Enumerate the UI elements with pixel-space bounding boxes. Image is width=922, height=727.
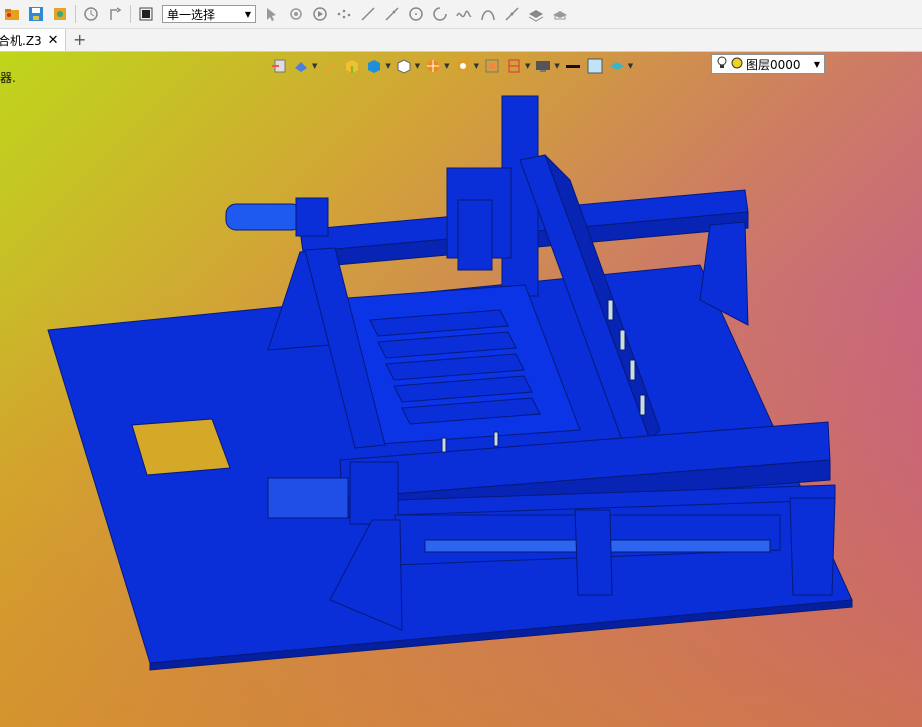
toolbar-separator bbox=[130, 5, 131, 23]
import-icon[interactable] bbox=[268, 56, 290, 76]
wire-cube-icon[interactable] bbox=[393, 56, 415, 76]
render-icon[interactable] bbox=[422, 56, 444, 76]
chevron-down-icon[interactable]: ▼ bbox=[814, 60, 820, 69]
chevron-down-icon[interactable]: ▼ bbox=[554, 62, 559, 70]
material-icon[interactable] bbox=[452, 56, 474, 76]
chevron-down-icon[interactable]: ▼ bbox=[525, 62, 530, 70]
chevron-down-icon[interactable]: ▼ bbox=[474, 62, 479, 70]
chevron-down-icon[interactable]: ▼ bbox=[415, 62, 420, 70]
arc-icon[interactable] bbox=[431, 5, 449, 23]
3d-viewport[interactable]: 器. ▼ ▼ ▼ ▼ ▼ ▼ ▼ ▼ 图层0000 ▼ bbox=[0, 52, 922, 727]
surface-icon[interactable] bbox=[606, 56, 628, 76]
redo-icon[interactable] bbox=[106, 5, 124, 23]
document-tabbar: 合机.Z3 ✕ + bbox=[0, 29, 922, 52]
status-text: 器. bbox=[0, 71, 16, 85]
main-toolbar: 单一选择 ▼ bbox=[0, 0, 922, 29]
box-icon[interactable] bbox=[341, 56, 363, 76]
selection-mode-value: 单一选择 bbox=[167, 7, 216, 22]
layer-select[interactable]: 图层0000 ▼ bbox=[711, 54, 825, 74]
line-color-icon[interactable] bbox=[562, 56, 584, 76]
chevron-down-icon: ▼ bbox=[244, 9, 251, 19]
layer-state-icon[interactable] bbox=[731, 57, 743, 72]
bezier-icon[interactable] bbox=[479, 5, 497, 23]
display-icon[interactable] bbox=[532, 56, 554, 76]
chevron-down-icon[interactable]: ▼ bbox=[444, 62, 449, 70]
circle-icon[interactable] bbox=[407, 5, 425, 23]
lightbulb-icon[interactable] bbox=[716, 56, 728, 73]
layers-icon[interactable] bbox=[527, 5, 545, 23]
tab-label: 合机.Z3 bbox=[0, 33, 42, 48]
shade-icon[interactable] bbox=[290, 56, 312, 76]
cad-model[interactable] bbox=[0, 52, 922, 727]
chevron-down-icon[interactable]: ▼ bbox=[628, 62, 633, 70]
select-box-icon[interactable] bbox=[137, 5, 155, 23]
target-icon[interactable] bbox=[287, 5, 305, 23]
fit-view-icon[interactable] bbox=[481, 56, 503, 76]
settings-icon[interactable] bbox=[51, 5, 69, 23]
pencil-icon[interactable] bbox=[319, 56, 341, 76]
play-icon[interactable] bbox=[311, 5, 329, 23]
chevron-down-icon[interactable]: ▼ bbox=[312, 62, 317, 70]
toolbar-separator bbox=[75, 5, 76, 23]
save-icon[interactable] bbox=[27, 5, 45, 23]
points-icon[interactable] bbox=[335, 5, 353, 23]
pointer-icon[interactable] bbox=[263, 5, 281, 23]
rotate-icon[interactable] bbox=[82, 5, 100, 23]
hat-icon[interactable] bbox=[551, 5, 569, 23]
line-icon[interactable] bbox=[359, 5, 377, 23]
view-toolbar: ▼ ▼ ▼ ▼ ▼ ▼ ▼ ▼ bbox=[268, 55, 635, 77]
selection-mode-select[interactable]: 单一选择 ▼ bbox=[162, 5, 256, 23]
section-icon[interactable] bbox=[503, 56, 525, 76]
cube-icon[interactable] bbox=[363, 56, 385, 76]
close-icon[interactable]: ✕ bbox=[48, 33, 59, 48]
layer-name: 图层0000 bbox=[746, 57, 801, 72]
spline-icon[interactable] bbox=[503, 5, 521, 23]
pen-icon[interactable] bbox=[383, 5, 401, 23]
chevron-down-icon[interactable]: ▼ bbox=[385, 62, 390, 70]
folder-icon[interactable] bbox=[3, 5, 21, 23]
fill-color-icon[interactable] bbox=[584, 56, 606, 76]
curve-icon[interactable] bbox=[455, 5, 473, 23]
add-tab-button[interactable]: + bbox=[73, 30, 86, 49]
tab-document[interactable]: 合机.Z3 ✕ bbox=[0, 29, 66, 51]
